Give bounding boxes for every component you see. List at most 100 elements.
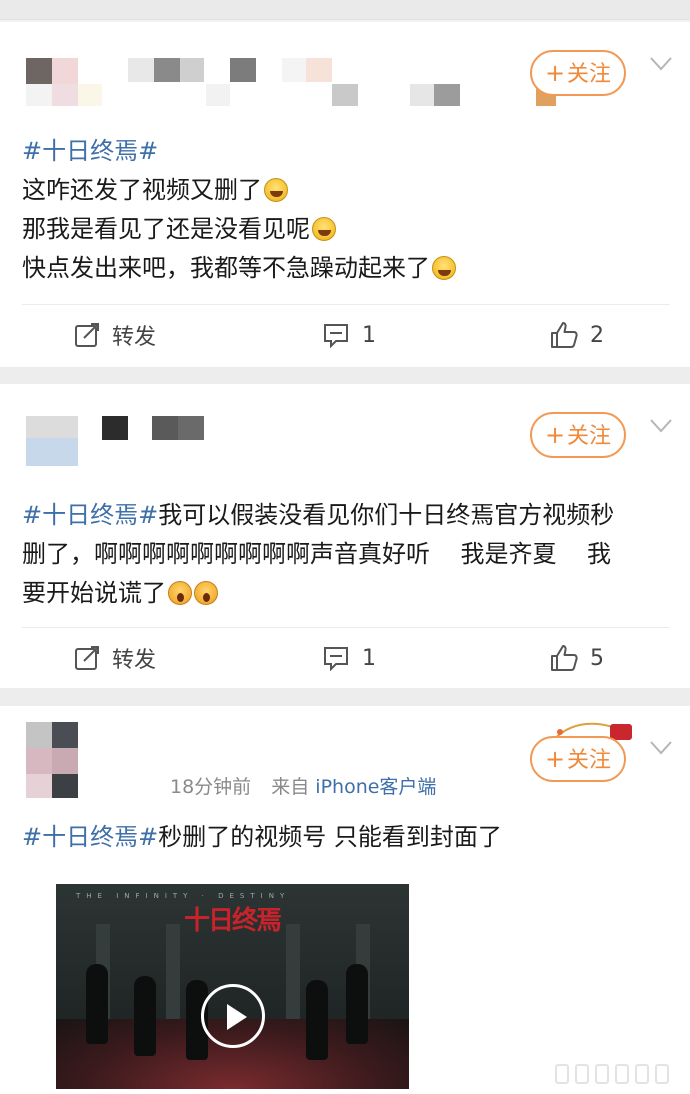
avatar-tile	[26, 722, 52, 748]
follow-label: 关注	[567, 62, 612, 87]
username-tile	[282, 58, 306, 82]
avatar-tile	[52, 748, 78, 774]
comment-icon	[324, 324, 348, 348]
username-tile	[230, 58, 256, 82]
plus-icon: +	[544, 59, 566, 87]
comment-count: 1	[362, 322, 376, 348]
post-line: 快点发出来吧，我都等不急躁动起来了	[22, 254, 430, 282]
avatar-tile	[52, 722, 78, 748]
source-prefix: 来自	[271, 776, 310, 798]
hashtag-link[interactable]: #十日终焉#	[22, 501, 158, 529]
follow-button-post-2[interactable]: +关注	[530, 412, 626, 458]
username-tile	[306, 58, 332, 82]
comment-count: 1	[362, 645, 376, 671]
chevron-down-icon[interactable]	[650, 418, 672, 438]
username-tile	[128, 58, 154, 82]
repost-label: 转发	[112, 648, 157, 673]
post-line: 要开始说谎了	[22, 579, 166, 607]
avatar-tile	[26, 84, 52, 106]
video-pillar	[286, 924, 300, 1024]
watermark-glyph	[595, 1064, 609, 1084]
follow-button-post-1[interactable]: +关注	[530, 50, 626, 96]
post-line: 这咋还发了视频又删了	[22, 176, 262, 204]
comment-icon	[324, 647, 348, 671]
watermark-glyph	[575, 1064, 589, 1084]
thumbs-up-icon	[551, 322, 578, 348]
video-thumbnail[interactable]: THE INFINITY · DESTINY 十日终焉	[56, 884, 409, 1089]
divider	[22, 304, 670, 305]
follow-button-post-3[interactable]: +关注	[530, 736, 626, 782]
avatar-tile	[26, 416, 78, 438]
post-line: 那我是看见了还是没看见呢	[22, 215, 310, 243]
username-tile	[154, 58, 180, 82]
avatar-tile	[78, 84, 102, 106]
watermark-glyph	[635, 1064, 649, 1084]
repost-button[interactable]: 转发	[74, 643, 156, 673]
divider	[22, 627, 670, 628]
scream-emoji-icon	[168, 581, 192, 605]
repost-label: 转发	[112, 325, 157, 350]
top-strip	[0, 0, 690, 20]
laugh-cry-emoji-icon	[312, 217, 336, 241]
watermark-glyph	[655, 1064, 669, 1084]
username-tile	[180, 58, 204, 82]
post-body-2: #十日终焉#我可以假装没看见你们十日终焉官方视频秒 删了，啊啊啊啊啊啊啊啊啊声音…	[22, 496, 614, 613]
source-link[interactable]: iPhone客户端	[315, 776, 436, 798]
like-button[interactable]: 2	[550, 320, 604, 350]
plus-icon: +	[544, 745, 566, 773]
follow-label: 关注	[567, 424, 612, 449]
post-line: 我可以假装没看见你们十日终焉官方视频秒	[158, 501, 615, 529]
post-body-1: #十日终焉# 这咋还发了视频又删了 那我是看见了还是没看见呢 快点发出来吧，我都…	[22, 132, 456, 288]
separator	[0, 367, 690, 384]
share-edit-icon	[75, 323, 99, 347]
avatar-tile	[26, 748, 52, 774]
username-tile	[332, 84, 358, 106]
avatar-tile	[26, 438, 78, 466]
watermark-glyph	[615, 1064, 629, 1084]
grin-squint-emoji-icon	[432, 256, 456, 280]
watermark	[555, 1064, 675, 1086]
watermark-glyph	[555, 1064, 569, 1084]
hashtag-link[interactable]: #十日终焉#	[22, 823, 158, 851]
avatar-tile	[26, 58, 52, 84]
video-figure	[86, 964, 108, 1044]
video-figure	[134, 976, 156, 1056]
username-tile	[178, 416, 204, 440]
post-time: 18分钟前	[170, 776, 252, 798]
scream-emoji-icon	[194, 581, 218, 605]
video-pillar	[166, 924, 180, 1024]
post-meta: 18分钟前 来自 iPhone客户端	[110, 772, 436, 799]
comment-button[interactable]: 1	[322, 320, 376, 350]
video-title: 十日终焉	[184, 906, 282, 936]
avatar-tile	[52, 774, 78, 798]
username-tile	[206, 84, 230, 106]
avatar-tile	[52, 84, 78, 106]
chevron-down-icon[interactable]	[650, 56, 672, 76]
share-edit-icon	[75, 646, 99, 670]
post-line: 秒删了的视频号 只能看到封面了	[158, 823, 502, 851]
username-tile	[410, 84, 434, 106]
like-count: 5	[590, 645, 604, 671]
like-button[interactable]: 5	[550, 643, 604, 673]
username-tile	[102, 416, 128, 440]
play-icon[interactable]	[201, 984, 265, 1048]
avatar-tile	[26, 774, 52, 798]
follow-label: 关注	[567, 748, 612, 773]
video-subtitle: THE INFINITY · DESTINY	[76, 892, 291, 900]
username-tile	[434, 84, 460, 106]
username-tile	[152, 416, 178, 440]
video-figure	[306, 980, 328, 1060]
avatar-tile	[52, 58, 78, 84]
thumbs-up-icon	[551, 645, 578, 671]
separator	[0, 688, 690, 706]
repost-button[interactable]: 转发	[74, 320, 156, 350]
like-count: 2	[590, 322, 604, 348]
chevron-down-icon[interactable]	[650, 740, 672, 760]
post-line: 删了，啊啊啊啊啊啊啊啊啊声音真好听 我是齐夏 我	[22, 540, 612, 568]
hashtag-link[interactable]: #十日终焉#	[22, 137, 158, 165]
comment-button[interactable]: 1	[322, 643, 376, 673]
video-figure	[346, 964, 368, 1044]
laugh-cry-emoji-icon	[264, 178, 288, 202]
post-body-3: #十日终焉#秒删了的视频号 只能看到封面了	[22, 818, 502, 857]
plus-icon: +	[544, 421, 566, 449]
